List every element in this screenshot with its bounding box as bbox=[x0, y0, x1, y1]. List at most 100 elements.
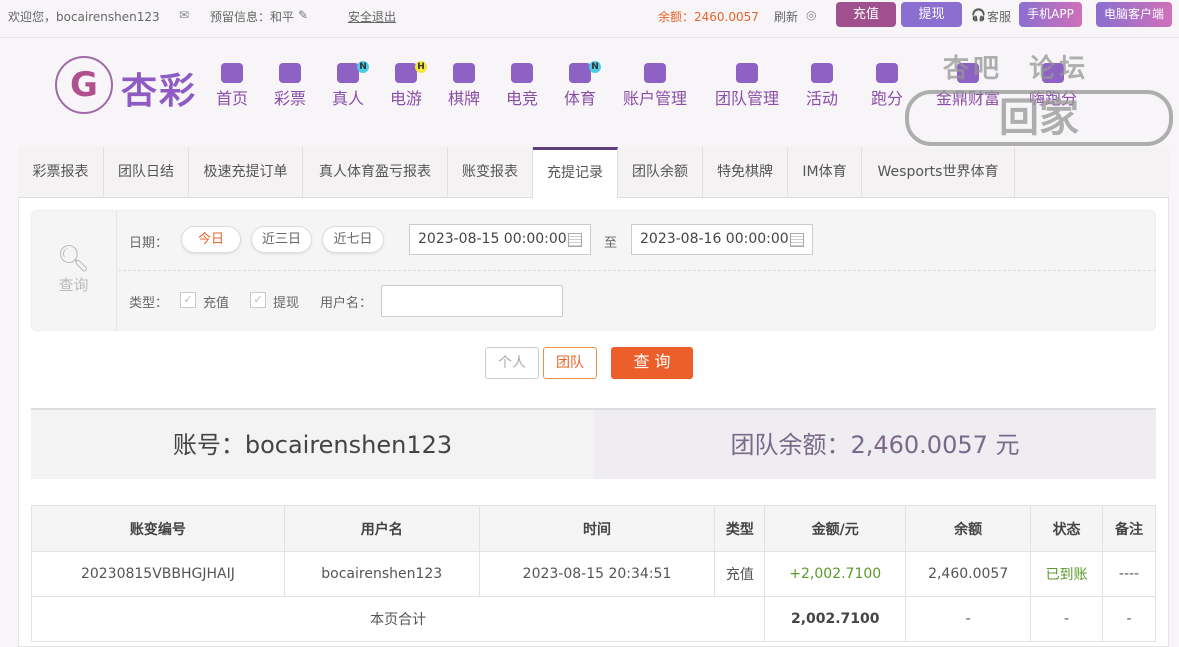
nav-item[interactable]: H 电游 bbox=[389, 61, 427, 109]
nav-label: 首页 bbox=[215, 89, 249, 108]
deposit-checkbox[interactable]: ✓ bbox=[180, 292, 196, 308]
end-date-input[interactable]: 2023-08-16 00:00:00 bbox=[631, 224, 813, 255]
records-table: 账变编号 用户名 时间 类型 金额/元 余额 状态 备注 20230815VBBHGJHAIJ… bbox=[30, 505, 1156, 642]
calendar-icon[interactable] bbox=[568, 233, 582, 247]
nav-label: 体育 bbox=[563, 89, 597, 108]
nav-label: 跑分 bbox=[870, 89, 904, 108]
table-cell: bocairenshen123 bbox=[283, 551, 480, 597]
total-amount: 2,002.7100 bbox=[764, 596, 907, 642]
nav-badge: N bbox=[356, 61, 369, 73]
column-header: 状态 bbox=[1030, 505, 1104, 552]
watermark: 杏吧 论坛 回家015.com bbox=[905, 48, 1173, 189]
search-icon: 🔍︎ bbox=[56, 244, 90, 274]
column-header: 备注 bbox=[1102, 505, 1156, 552]
nav-item[interactable]: 首页 bbox=[216, 63, 248, 109]
tab-3[interactable]: 真人体育盈亏报表 bbox=[303, 147, 448, 197]
welcome-text: 欢迎您，bocairenshen123 bbox=[8, 10, 160, 24]
rhino-icon bbox=[875, 63, 898, 83]
account-summary: 账号：bocairenshen123 bbox=[31, 408, 594, 479]
nav-item[interactable]: 电竞 bbox=[506, 63, 538, 109]
total-balance: - bbox=[905, 596, 1032, 642]
nav-label: 活动 bbox=[805, 89, 839, 108]
pc-client-button[interactable]: 电脑客户端 bbox=[1096, 2, 1172, 27]
mail-icon[interactable]: ✉ bbox=[179, 8, 189, 22]
nav-item[interactable]: 跑分 bbox=[871, 63, 903, 109]
calendar-icon[interactable] bbox=[790, 233, 804, 247]
column-header: 账变编号 bbox=[31, 505, 285, 552]
nav-label: 真人 bbox=[331, 89, 365, 108]
username-input[interactable] bbox=[381, 285, 563, 317]
deposit-button[interactable]: 充值 bbox=[836, 2, 896, 27]
to-label: 至 bbox=[604, 236, 618, 251]
mobile-app-button[interactable]: 手机APP bbox=[1019, 2, 1082, 27]
tab-4[interactable]: 账变报表 bbox=[448, 147, 533, 197]
table-header: 账变编号 用户名 时间 类型 金额/元 余额 状态 备注 bbox=[31, 505, 1156, 552]
withdraw-type-label: 提现 bbox=[273, 296, 300, 311]
nav-item[interactable]: 棋牌 bbox=[448, 63, 480, 109]
nav-badge: N bbox=[588, 61, 601, 73]
nav-item[interactable]: N 真人 bbox=[331, 61, 369, 109]
nav-item[interactable]: 活动 bbox=[806, 63, 838, 109]
team-button[interactable]: 团队 bbox=[543, 347, 597, 379]
total-status: - bbox=[1030, 596, 1104, 642]
column-header: 余额 bbox=[905, 505, 1032, 552]
gift-icon bbox=[810, 63, 833, 83]
logo[interactable]: G 杏彩 bbox=[55, 56, 205, 116]
yen-icon bbox=[643, 63, 666, 83]
refresh-link[interactable]: 刷新 bbox=[774, 8, 798, 25]
table-cell: 已到账 bbox=[1030, 551, 1104, 597]
date-label: 日期： bbox=[129, 236, 169, 251]
edit-icon[interactable]: ✎ bbox=[298, 8, 308, 22]
column-header: 时间 bbox=[478, 505, 716, 552]
cards-icon bbox=[452, 63, 475, 83]
tab-0[interactable]: 彩票报表 bbox=[18, 147, 104, 197]
gamepad-icon: H bbox=[394, 61, 427, 83]
today-button[interactable]: 今日 bbox=[181, 226, 241, 253]
table-cell: 2023-08-15 20:34:51 bbox=[478, 551, 716, 597]
divider bbox=[0, 37, 1179, 38]
balance-text: 余额：2460.0057 bbox=[658, 10, 759, 24]
username-label: 用户名： bbox=[320, 296, 373, 311]
nav-label: 团队管理 bbox=[714, 89, 780, 108]
withdraw-button[interactable]: 提现 bbox=[901, 2, 962, 27]
nav-label: 账户管理 bbox=[622, 89, 688, 108]
hide-eye-icon[interactable]: ◎ bbox=[806, 8, 816, 22]
top-bar: 欢迎您，bocairenshen123 ✉ 预留信息：和平 ✎ 安全退出 余额：… bbox=[0, 0, 1179, 32]
table-cell: ---- bbox=[1102, 551, 1156, 597]
trophy-icon: N bbox=[568, 61, 601, 83]
tab-5[interactable]: 充提记录 bbox=[533, 147, 618, 198]
nav-item[interactable]: 彩票 bbox=[274, 63, 306, 109]
nav-badge: H bbox=[414, 61, 427, 73]
total-row: 本页合计 2,002.7100- - - bbox=[30, 596, 1156, 642]
tab-6[interactable]: 团队余额 bbox=[618, 147, 703, 197]
nav-label: 棋牌 bbox=[447, 89, 481, 108]
last-7-days-button[interactable]: 近七日 bbox=[322, 226, 384, 253]
tab-8[interactable]: IM体育 bbox=[788, 147, 862, 197]
personal-button[interactable]: 个人 bbox=[485, 347, 539, 379]
table-cell: 2,460.0057 bbox=[905, 551, 1032, 597]
tab-2[interactable]: 极速充提订单 bbox=[189, 147, 303, 197]
query-label: 🔍︎ 查询 bbox=[31, 210, 117, 331]
gamepad-icon bbox=[510, 63, 533, 83]
table-cell: 充值 bbox=[714, 551, 766, 597]
nav-item[interactable]: 账户管理 bbox=[623, 63, 687, 109]
withdraw-checkbox[interactable]: ✓ bbox=[250, 292, 266, 308]
tab-9[interactable]: Wesports世界体育 bbox=[862, 147, 1015, 197]
nav-item[interactable]: 团队管理 bbox=[715, 63, 779, 109]
column-header: 类型 bbox=[714, 505, 766, 552]
service-link[interactable]: 客服 bbox=[987, 8, 1011, 25]
start-date-input[interactable]: 2023-08-15 00:00:00 bbox=[409, 224, 591, 255]
deposit-type-label: 充值 bbox=[203, 296, 230, 311]
tab-1[interactable]: 团队日结 bbox=[104, 147, 189, 197]
table-row: 20230815VBBHGJHAIJ bocairenshen123 2023-08… bbox=[31, 551, 1156, 597]
dealer-icon: N bbox=[336, 61, 369, 83]
team-balance-summary: 团队余额：2,460.0057 元 bbox=[594, 408, 1156, 479]
reserved-info: 预留信息：和平 bbox=[210, 10, 295, 24]
last-3-days-button[interactable]: 近三日 bbox=[251, 226, 312, 253]
home-icon bbox=[220, 63, 243, 83]
nav-label: 电游 bbox=[389, 89, 423, 108]
tab-7[interactable]: 特免棋牌 bbox=[703, 147, 788, 197]
logout-link[interactable]: 安全退出 bbox=[348, 8, 396, 25]
nav-item[interactable]: N 体育 bbox=[563, 61, 601, 109]
search-button[interactable]: 查 询 bbox=[611, 347, 693, 379]
